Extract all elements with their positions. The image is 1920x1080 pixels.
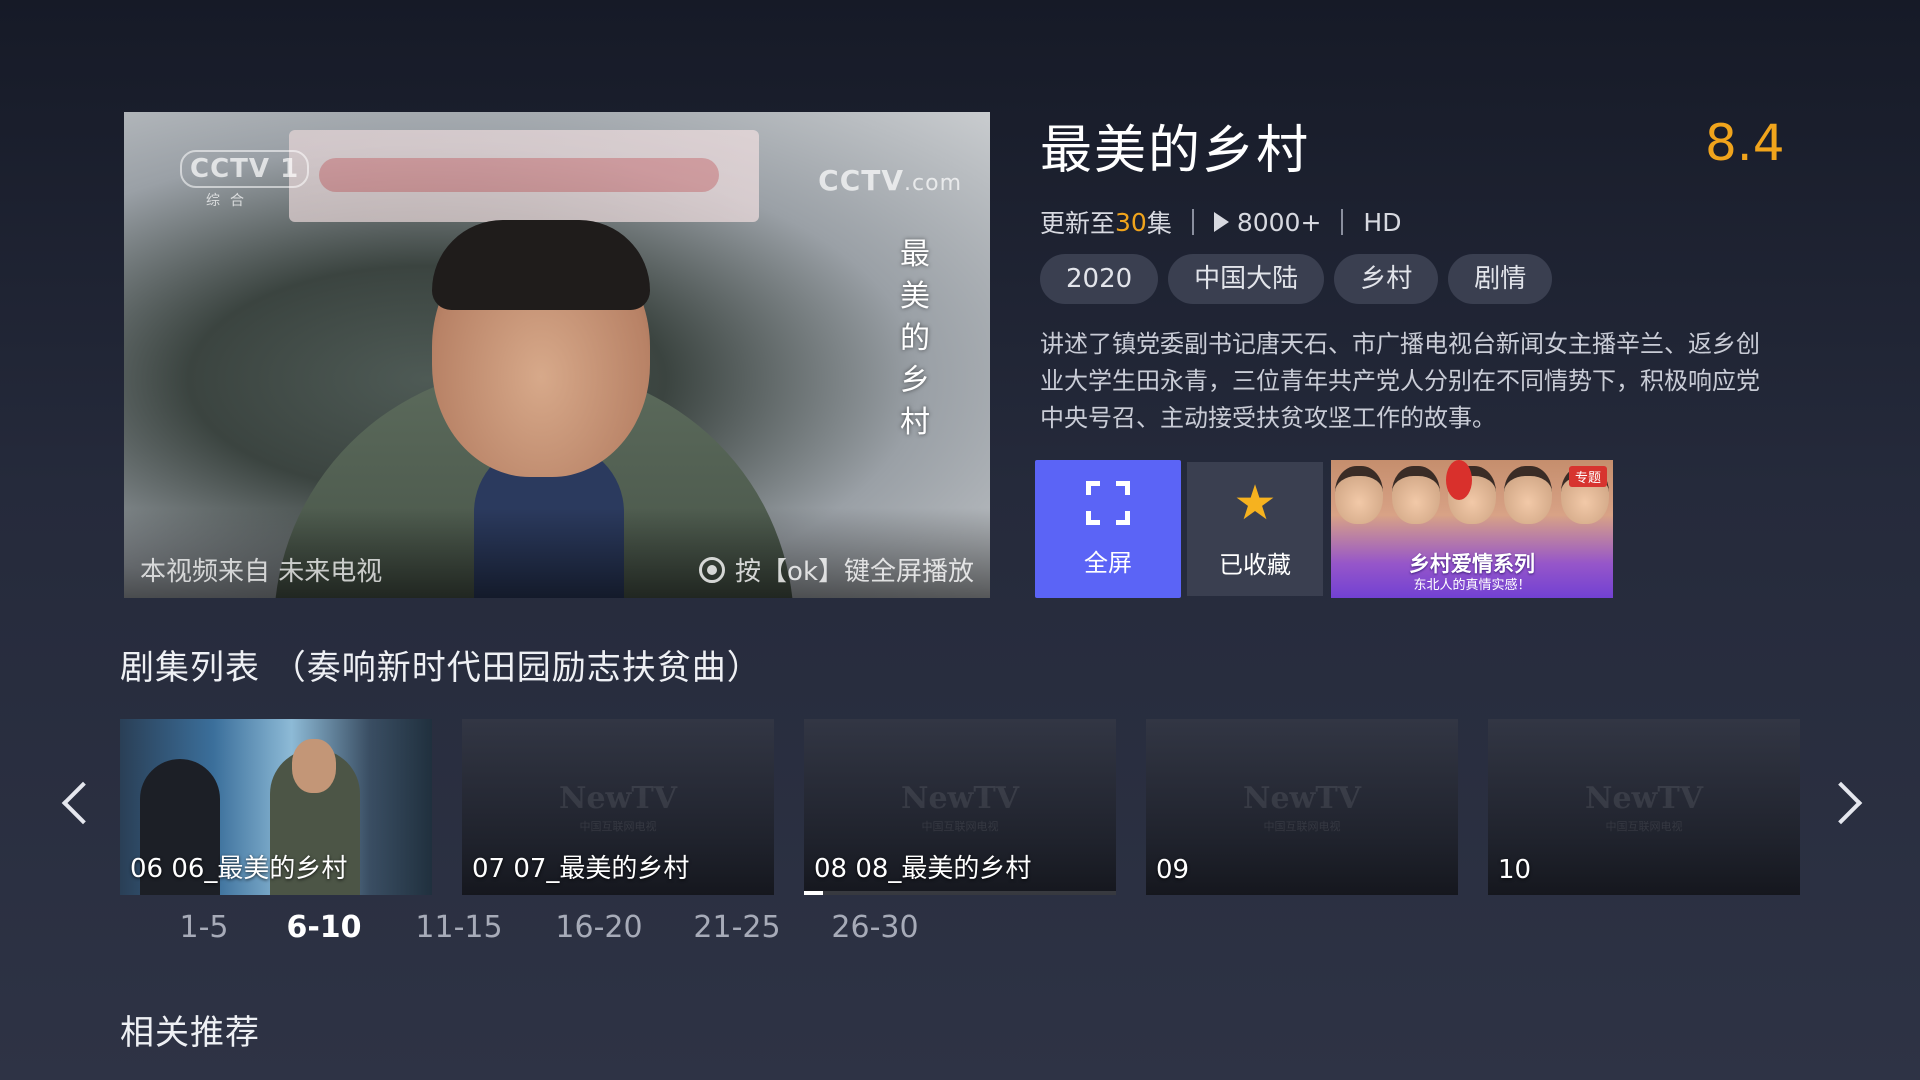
favorite-label: 已收藏: [1219, 550, 1291, 579]
range-tab[interactable]: 6-10: [260, 910, 388, 945]
episode-card[interactable]: NewTV 中国互联网电视 09: [1146, 719, 1458, 895]
fullscreen-hint-text: 按【ok】键全屏播放: [735, 557, 974, 587]
meta-divider: [1191, 209, 1194, 235]
synopsis: 讲述了镇党委副书记唐天石、市广播电视台新闻女主播辛兰、返乡创业大学生田永青，三位…: [1040, 330, 1760, 432]
detail-page: CCTV 1 综合 CCTV.com 最 美 的 乡 村 本视频来自 未来电视 …: [0, 0, 1920, 1080]
range-tab[interactable]: 1-5: [148, 910, 260, 945]
meta-divider: [1341, 209, 1344, 235]
vertical-show-title: 最 美 的 乡 村: [900, 237, 930, 440]
tag-genre[interactable]: 剧情: [1448, 254, 1553, 304]
fullscreen-label: 全屏: [1084, 548, 1132, 577]
episode-range-tabs: 1-5 6-10 11-15 16-20 21-25 26-30: [148, 910, 944, 945]
episode-section-title: 剧集列表 （奏响新时代田园励志扶贫曲）: [120, 648, 762, 688]
update-prefix: 更新至: [1040, 209, 1116, 238]
episode-label: 06 06_最美的乡村: [130, 854, 348, 884]
range-tab[interactable]: 11-15: [388, 910, 530, 945]
channel-logo-sub: 综合: [206, 193, 254, 209]
range-tab[interactable]: 26-30: [806, 910, 944, 945]
favorite-button[interactable]: ★ 已收藏: [1187, 462, 1323, 596]
episode-card[interactable]: NewTV 中国互联网电视 07 07_最美的乡村: [462, 719, 774, 895]
promo-banner[interactable]: 专题 乡村爱情系列 东北人的真情实感！: [1331, 460, 1613, 598]
update-count: 30: [1115, 207, 1147, 237]
episode-label: 09: [1156, 855, 1190, 885]
tag-list: 2020 中国大陆 乡村 剧情: [1040, 254, 1553, 304]
recommend-section-title: 相关推荐: [120, 1013, 260, 1053]
ok-button-icon: [699, 556, 726, 583]
expand-icon: [1086, 480, 1130, 525]
play-count: 8000+: [1236, 207, 1322, 237]
actor-hair: [432, 220, 650, 310]
newtv-logo: NewTV 中国互联网电视: [1585, 781, 1703, 833]
newtv-logo: NewTV 中国互联网电视: [1243, 781, 1361, 833]
newtv-logo: NewTV 中国互联网电视: [901, 781, 1019, 833]
tag-year[interactable]: 2020: [1040, 254, 1159, 304]
tag-theme[interactable]: 乡村: [1334, 254, 1439, 304]
star-icon: ★: [1233, 474, 1277, 531]
chevron-right-icon[interactable]: [1832, 780, 1862, 826]
episode-label: 10: [1498, 855, 1532, 885]
quality-label: HD: [1363, 207, 1402, 237]
tag-region[interactable]: 中国大陆: [1168, 254, 1325, 304]
episode-card[interactable]: 06 06_最美的乡村: [120, 719, 432, 895]
episode-card[interactable]: NewTV 中国互联网电视 10: [1488, 719, 1800, 895]
watch-progress-bar: [804, 891, 1116, 895]
episode-label: 08 08_最美的乡村: [814, 854, 1032, 884]
watch-progress-fill: [804, 891, 823, 895]
site-logo: CCTV.com: [818, 164, 962, 197]
promo-subtitle: 东北人的真情实感！: [1413, 578, 1531, 593]
episode-label: 07 07_最美的乡村: [472, 854, 690, 884]
lantern-decoration: [1446, 460, 1472, 500]
channel-logo: CCTV 1 综合: [180, 150, 310, 209]
video-source-text: 本视频来自 未来电视: [140, 557, 383, 587]
newtv-logo: NewTV 中国互联网电视: [559, 781, 677, 833]
meta-row: 更新至 30 集 8000+ HD: [1040, 204, 1401, 240]
range-tab[interactable]: 21-25: [668, 910, 806, 945]
update-suffix: 集: [1146, 209, 1172, 238]
fullscreen-button[interactable]: 全屏: [1035, 460, 1181, 598]
background-sign: [289, 130, 759, 222]
promo-badge: 专题: [1568, 466, 1607, 487]
range-tab[interactable]: 16-20: [530, 910, 668, 945]
play-icon: [1213, 212, 1229, 232]
rating-score: 8.4: [1705, 114, 1785, 172]
chevron-left-icon[interactable]: [58, 780, 88, 826]
video-player[interactable]: CCTV 1 综合 CCTV.com 最 美 的 乡 村 本视频来自 未来电视 …: [124, 112, 990, 598]
show-title: 最美的乡村: [1040, 121, 1311, 181]
episode-card-current[interactable]: NewTV 中国互联网电视 08 08_最美的乡村: [804, 719, 1116, 895]
fullscreen-hint: 按【ok】键全屏播放: [699, 551, 974, 588]
